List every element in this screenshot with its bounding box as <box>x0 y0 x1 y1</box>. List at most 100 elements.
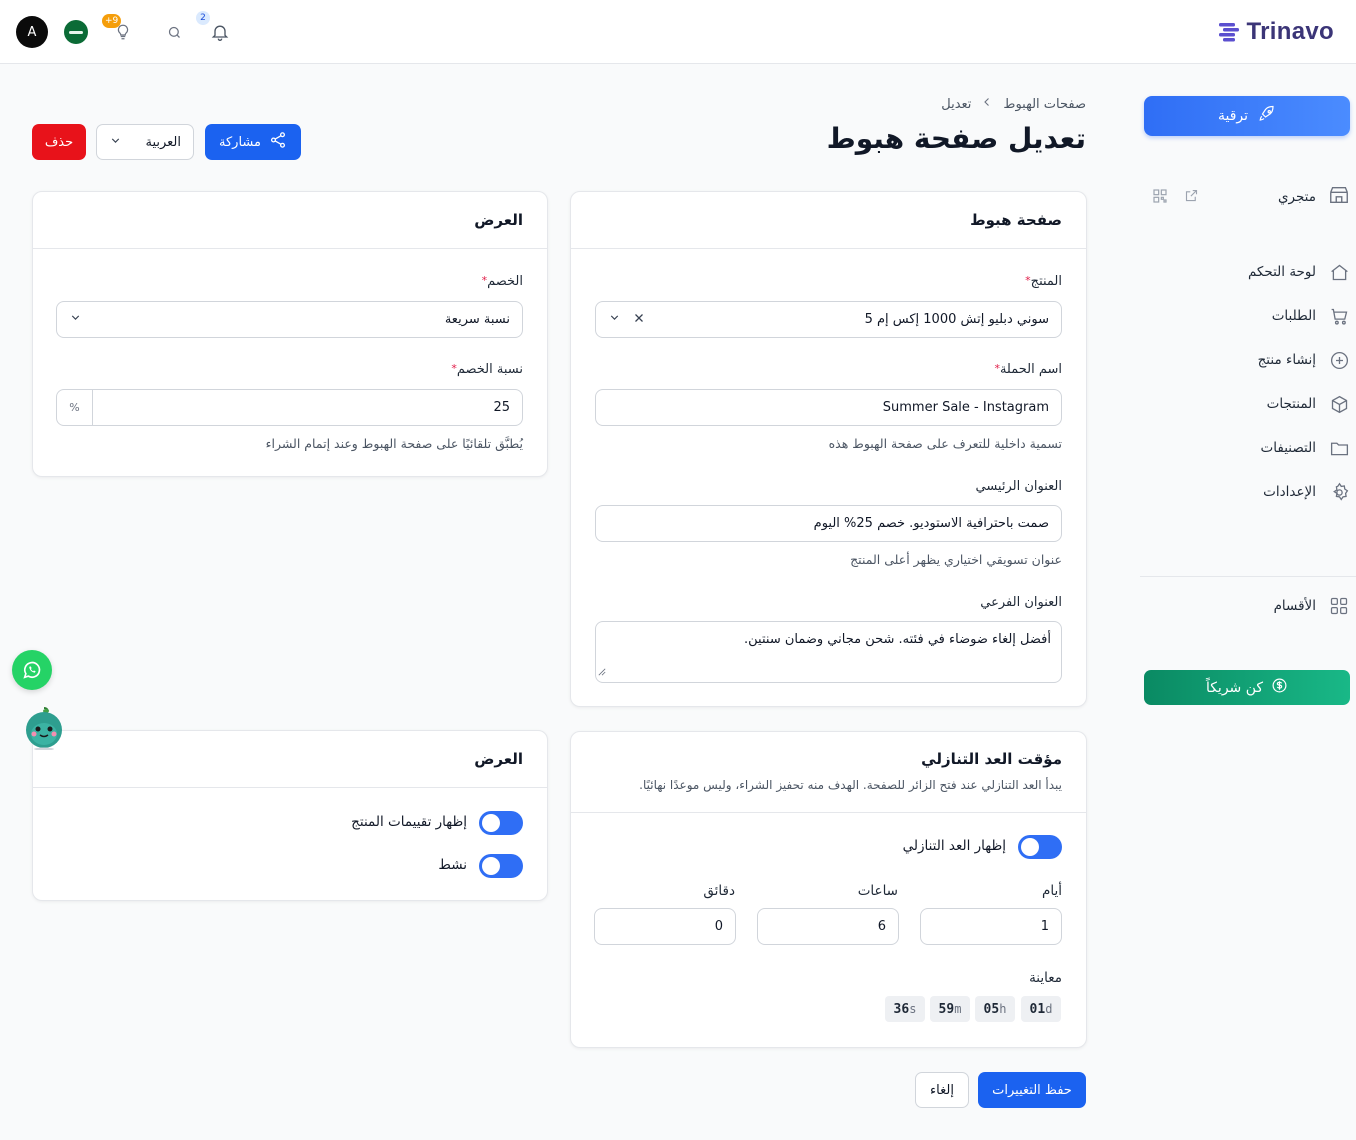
preview-minutes: 59 m <box>930 996 970 1022</box>
minutes-input[interactable]: 0 <box>594 908 736 945</box>
headline-hint: عنوان تسويقي اختياري يظهر أعلى المنتج <box>850 552 1062 567</box>
sidebar-item-categories[interactable]: التصنيفات <box>1144 432 1350 464</box>
resize-handle-icon[interactable] <box>598 665 606 680</box>
ideas-badge: +9 <box>102 14 122 28</box>
headline-label: العنوان الرئيسي <box>975 479 1063 494</box>
sidebar-item-create-product[interactable]: إنشاء منتج <box>1144 344 1350 376</box>
whatsapp-icon[interactable] <box>12 650 52 690</box>
saudi-flag-icon[interactable] <box>64 20 88 44</box>
show-reviews-toggle[interactable] <box>479 811 523 835</box>
dollar-circle-icon <box>1271 677 1288 698</box>
become-partner-button[interactable]: كن شريكاً <box>1144 670 1350 705</box>
discount-type-select[interactable]: نسبة سريعة <box>56 301 523 338</box>
folder-icon <box>1328 437 1350 459</box>
store-label: متجري <box>1277 189 1316 205</box>
sidebar-divider <box>1140 576 1356 577</box>
sidebar-item-dashboard[interactable]: لوحة التحكم <box>1144 256 1350 288</box>
delete-button[interactable]: حذف <box>32 124 86 160</box>
language-select[interactable]: العربية <box>96 124 194 160</box>
show-countdown-label: إظهار العد التنازلي <box>902 838 1006 854</box>
show-reviews-label: إظهار تقييمات المنتج <box>351 814 467 830</box>
notifications-badge: 2 <box>196 11 210 25</box>
subheadline-label: العنوان الفرعي <box>980 595 1062 610</box>
product-select[interactable]: سوني دبليو إتش 1000 إكس إم 5 <box>595 301 1062 338</box>
breadcrumb: صفحات الهبوط تعديل <box>941 96 1086 112</box>
headline-input[interactable]: صمت باحترافية الاستوديو. خصم 25% اليوم <box>595 505 1062 542</box>
brand-logo[interactable]: Trinavo <box>1217 18 1334 46</box>
discount-rate-input[interactable]: 25 % <box>56 389 523 426</box>
chevron-down-icon <box>69 311 82 328</box>
grid-icon <box>1328 595 1350 617</box>
my-store-row[interactable]: متجري <box>1144 180 1350 212</box>
store-icon <box>1328 184 1350 210</box>
preview-seconds: 36 s <box>885 996 925 1022</box>
discount-value: نسبة سريعة <box>444 312 510 327</box>
breadcrumb-parent[interactable]: صفحات الهبوط <box>1003 97 1086 112</box>
top-bar: A +9 2 Trinavo <box>0 0 1356 64</box>
campaign-label: اسم الحملة* <box>994 362 1062 377</box>
chevron-left-icon <box>981 96 993 112</box>
share-label: مشاركة <box>219 134 261 150</box>
discount-rate-hint: يُطبَّق تلقائيًا على صفحة الهبوط وعند إت… <box>265 436 523 451</box>
headline-value: صمت باحترافية الاستوديو. خصم 25% اليوم <box>813 516 1049 531</box>
box-icon <box>1328 393 1350 415</box>
preview-days: 01 d <box>1021 996 1061 1022</box>
sidebar-item-label: الإعدادات <box>1263 484 1316 500</box>
gear-icon <box>1328 481 1350 503</box>
share-button[interactable]: مشاركة <box>205 124 301 160</box>
days-label: أيام <box>1042 883 1062 899</box>
discount-rate-label: نسبة الخصم* <box>451 362 523 377</box>
offer-card: العرض الخصم* نسبة سريعة نسبة الخصم* 25 %… <box>32 191 548 477</box>
discount-rate-value: 25 <box>493 400 510 415</box>
campaign-value: Summer Sale - Instagram <box>882 400 1049 415</box>
display-card: العرض إظهار تقييمات المنتج نشط <box>32 730 548 901</box>
logo-text: Trinavo <box>1246 18 1334 45</box>
external-link-icon[interactable] <box>1184 188 1199 207</box>
qr-code-icon[interactable] <box>1152 188 1168 208</box>
logo-mark-icon <box>1218 23 1239 42</box>
campaign-hint: تسمية داخلية للتعرف على صفحة الهبوط هذه <box>828 436 1062 451</box>
cancel-button[interactable]: إلغاء <box>915 1072 969 1108</box>
landing-page-card: صفحة هبوط المنتج* سوني دبليو إتش 1000 إك… <box>570 191 1087 707</box>
hours-label: ساعات <box>857 883 898 899</box>
home-icon <box>1328 261 1350 283</box>
days-value: 1 <box>1040 919 1049 934</box>
sidebar-item-products[interactable]: المنتجات <box>1144 388 1350 420</box>
card-title: مؤقت العد التنازلي <box>921 750 1062 768</box>
user-avatar[interactable]: A <box>16 16 48 48</box>
hours-value: 6 <box>877 919 886 934</box>
page-title: تعديل صفحة هبوط <box>826 122 1086 155</box>
rocket-icon <box>1258 105 1276 127</box>
preview-label: معاينة <box>1029 970 1062 986</box>
sidebar-item-label: التصنيفات <box>1260 440 1316 456</box>
sidebar-item-sections[interactable]: الأقسام <box>1144 590 1350 622</box>
bell-icon[interactable] <box>208 20 232 44</box>
partner-label: كن شريكاً <box>1205 679 1264 696</box>
language-value: العربية <box>145 134 181 150</box>
percent-suffix: % <box>57 390 93 425</box>
sidebar-item-label: الطلبات <box>1271 308 1316 324</box>
hours-input[interactable]: 6 <box>757 908 899 945</box>
preview-hours: 05 h <box>975 996 1015 1022</box>
search-icon[interactable] <box>164 22 184 42</box>
upgrade-label: ترقية <box>1217 108 1249 124</box>
save-changes-button[interactable]: حفظ التغييرات <box>978 1072 1086 1108</box>
share-icon <box>269 131 287 153</box>
product-value: سوني دبليو إتش 1000 إكس إم 5 <box>864 312 1049 327</box>
days-input[interactable]: 1 <box>920 908 1062 945</box>
chevron-down-icon <box>109 134 122 151</box>
card-subtitle: يبدأ العد التنازلي عند فتح الزائر للصفحة… <box>639 778 1062 792</box>
sidebar-item-label: الأقسام <box>1273 598 1316 614</box>
show-countdown-toggle[interactable] <box>1018 835 1062 859</box>
active-toggle[interactable] <box>479 854 523 878</box>
clear-icon[interactable] <box>633 312 645 328</box>
chevron-down-icon[interactable] <box>608 311 621 328</box>
upgrade-button[interactable]: ترقية <box>1144 96 1350 136</box>
sidebar-item-orders[interactable]: الطلبات <box>1144 300 1350 332</box>
campaign-name-input[interactable]: Summer Sale - Instagram <box>595 389 1062 426</box>
subheadline-textarea[interactable]: أفضل إلغاء ضوضاء في فئته. شحن مجاني وضما… <box>595 621 1062 683</box>
mascot-assistant-icon[interactable] <box>24 706 64 751</box>
sidebar-item-settings[interactable]: الإعدادات <box>1144 476 1350 508</box>
breadcrumb-current: تعديل <box>941 96 972 112</box>
card-title: العرض <box>33 731 547 788</box>
